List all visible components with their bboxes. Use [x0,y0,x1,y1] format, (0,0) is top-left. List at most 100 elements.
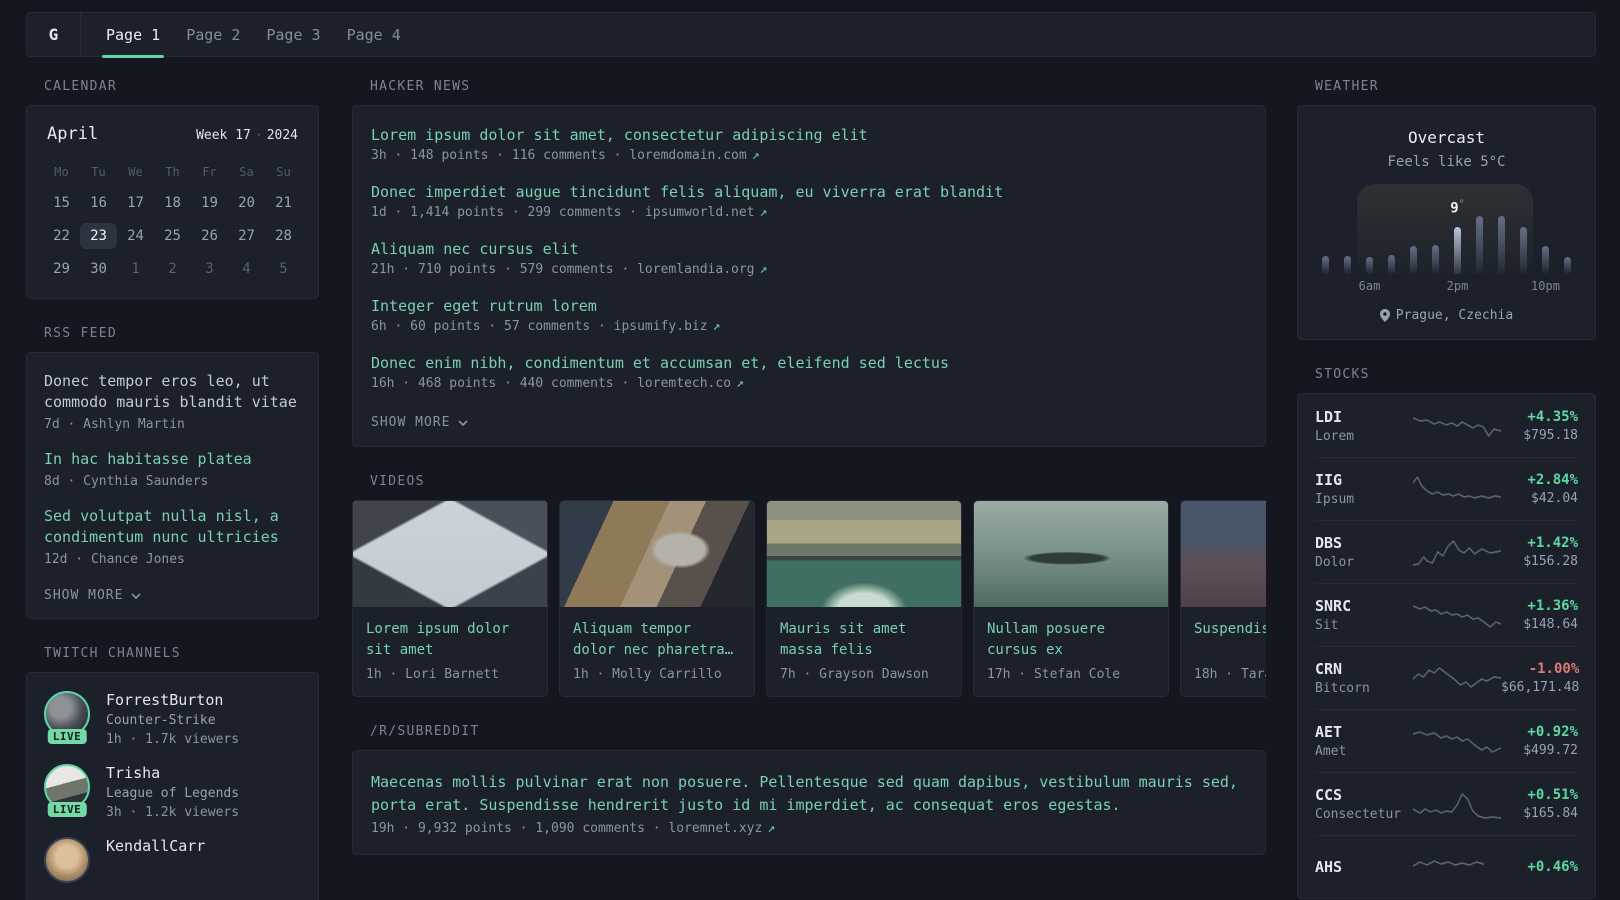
weekday-label: Fr [202,165,217,179]
calendar-day: 17 [127,195,144,211]
rss-item-title[interactable]: Donec tempor eros leo, ut commodo mauris… [44,371,301,413]
twitch-channel-info: KendallCarr [106,837,205,883]
rss-item-title[interactable]: In hac habitasse platea [44,449,301,470]
video-title[interactable]: Nullam posuere cursus ex [987,619,1155,661]
hacker-news-item-title[interactable]: Integer eget rutrum lorem [371,297,1247,315]
stock-row-ccs[interactable]: CCS Consectetur +0.51% $165.84 [1315,772,1578,835]
calendar-day: 22 [53,228,70,244]
tab-page-3[interactable]: Page 3 [253,13,333,56]
twitch-channel-name[interactable]: ForrestBurton [106,691,239,709]
tab-page-1[interactable]: Page 1 [93,13,173,58]
hacker-news-item-title[interactable]: Donec enim nibh, condimentum et accumsan… [371,354,1247,372]
video-card-body: Suspendisse diam 18h · Tara [1181,607,1266,696]
twitch-channel-info: Trisha League of Legends 3h · 1.2k viewers [106,764,239,820]
hacker-news-item-title[interactable]: Donec imperdiet augue tincidunt felis al… [371,183,1247,201]
external-link-icon: ↗ [767,821,776,836]
twitch-card: LIVE ForrestBurton Counter-Strike 1h · 1.7k… [26,672,319,900]
weather-card: Overcast Feels like 5°C 9° 6am 2pm 10pm Pr… [1297,105,1596,340]
stock-row-iig[interactable]: IIG Ipsum +2.84% $42.04 [1315,457,1578,520]
stock-row-dbs[interactable]: DBS Dolor +1.42% $156.28 [1315,520,1578,583]
video-title[interactable]: Lorem ipsum dolor sit amet consectetu… [366,619,534,661]
stock-name: Bitcorn [1315,681,1370,696]
weather-bar-8pm [1520,227,1527,274]
external-link-icon: ↗ [759,205,768,220]
calendar-day-selected: 23 [80,223,117,249]
hacker-news-item-meta: 1d · 1,414 points · 299 comments · ipsum… [371,205,768,220]
hacker-news-item: Donec enim nibh, condimentum et accumsan… [371,354,1247,391]
weather-bar-2am [1322,256,1329,274]
video-card-body: Aliquam tempor dolor nec pharetra… 1h · M… [560,607,754,696]
twitch-widget: TWITCH CHANNELS LIVE ForrestBurton Counter… [26,646,319,900]
stock-symbol: DBS [1315,534,1343,552]
twitch-channel-name[interactable]: KendallCarr [106,837,205,855]
rss-item-meta: 12d · Chance Jones [44,552,185,567]
stock-values: +0.46% [1527,859,1578,875]
tab-page-2[interactable]: Page 2 [173,13,253,56]
rss-item[interactable]: Sed volutpat nulla nisl, a condimentum n… [44,506,301,567]
weather-bars [1322,184,1571,274]
weather-bar-2pm [1454,227,1461,274]
hacker-news-item-list: Lorem ipsum dolor sit amet, consectetur … [371,126,1247,391]
hacker-news-item: Lorem ipsum dolor sit amet, consectetur … [371,126,1247,163]
video-thumbnail-camera [560,501,754,607]
weather-condition: Overcast [1407,128,1486,147]
stock-sparkline [1413,540,1501,566]
subreddit-post-title[interactable]: Maecenas mollis pulvinar erat non posuer… [371,771,1247,817]
video-title[interactable]: Aliquam tempor dolor nec pharetra… [573,619,741,661]
twitch-channel-row[interactable]: LIVE ForrestBurton Counter-Strike 1h · 1.7k… [44,691,301,747]
stock-sparkline [1413,667,1501,688]
video-card[interactable]: Aliquam tempor dolor nec pharetra… 1h · M… [559,500,755,697]
weekday-label: Su [276,165,291,179]
weather-bar-12pm [1432,245,1439,274]
subreddit-card: Maecenas mollis pulvinar erat non posuer… [352,750,1266,855]
current-temperature-label: 9° [1450,199,1465,217]
rss-item-title[interactable]: Sed volutpat nulla nisl, a condimentum n… [44,506,301,548]
stock-row-snrc[interactable]: SNRC Sit +1.36% $148.64 [1315,583,1578,646]
rss-show-more-button[interactable]: SHOW MORE [44,588,142,603]
hacker-news-show-more-button[interactable]: SHOW MORE [371,415,469,430]
stock-row-ahs[interactable]: AHS +0.46% [1315,835,1578,898]
weather-axis-label: 6am [1358,279,1381,293]
twitch-channel-meta: 3h · 1.2k viewers [106,805,240,820]
videos-section-title: VIDEOS [370,474,425,489]
twitch-channel-name[interactable]: Trisha [106,764,239,782]
stock-sparkline [1413,793,1501,819]
rss-item-list: Donec tempor eros leo, ut commodo mauris… [44,371,301,567]
hacker-news-item-title[interactable]: Aliquam nec cursus elit [371,240,1247,258]
stock-symbol: LDI [1315,407,1343,426]
hacker-news-item-title[interactable]: Lorem ipsum dolor sit amet, consectetur … [371,126,1247,144]
video-meta: 7h · Grayson Dawson [780,667,929,682]
calendar-day: 26 [201,228,218,244]
stock-price: $156.28 [1523,554,1578,569]
app-logo[interactable]: G [27,13,81,56]
video-title[interactable]: Suspendisse diam [1194,619,1266,661]
rss-item[interactable]: Donec tempor eros leo, ut commodo mauris… [44,371,301,432]
calendar-day: 27 [238,228,255,244]
video-card[interactable]: Mauris sit amet massa felis 7h · Grayson … [766,500,962,697]
stock-row-crn[interactable]: CRN Bitcorn -1.00% $66,171.48 [1315,646,1580,709]
video-title[interactable]: Mauris sit amet massa felis [780,619,948,661]
stock-identity: CCS Consectetur [1315,786,1413,822]
video-card[interactable]: Nullam posuere cursus ex 17h · Stefan Col… [973,500,1169,697]
weather-axis-label: 10pm [1531,279,1560,293]
stock-symbol: CRN [1315,660,1343,678]
twitch-channel-row[interactable]: KendallCarr [44,837,301,883]
right-column: WEATHER Overcast Feels like 5°C 9° 6am 2p… [1297,79,1596,900]
video-card[interactable]: Lorem ipsum dolor sit amet consectetu… 1h… [352,500,548,697]
twitch-avatar-wrap [44,837,90,883]
calendar-grid: Mo Tu We Th Fr Sa Su 15 16 17 18 19 20 21 22 23 24 25 26 27… [43,161,302,282]
rss-widget: RSS FEED Donec tempor eros leo, ut commo… [26,326,319,619]
stock-symbol: AHS [1315,858,1343,876]
stock-change-percent: -1.00% [1528,661,1580,677]
video-card[interactable]: Suspendisse diam 18h · Tara [1180,500,1266,697]
hacker-news-item: Integer eget rutrum lorem 6h · 60 points … [371,297,1247,334]
weekday-label: Tu [91,165,106,179]
stock-row-ldi[interactable]: LDI Lorem +4.35% $795.18 [1315,394,1578,457]
calendar-day: 28 [275,228,292,244]
tab-page-4[interactable]: Page 4 [334,13,414,56]
location-pin-icon [1379,309,1390,322]
rss-item[interactable]: In hac habitasse platea 8d · Cynthia Saun… [44,449,301,489]
stock-row-aet[interactable]: AET Amet +0.92% $499.72 [1315,709,1578,772]
twitch-channel-row[interactable]: LIVE Trisha League of Legends 3h · 1.2k vie… [44,764,301,820]
stock-symbol: SNRC [1315,597,1352,615]
